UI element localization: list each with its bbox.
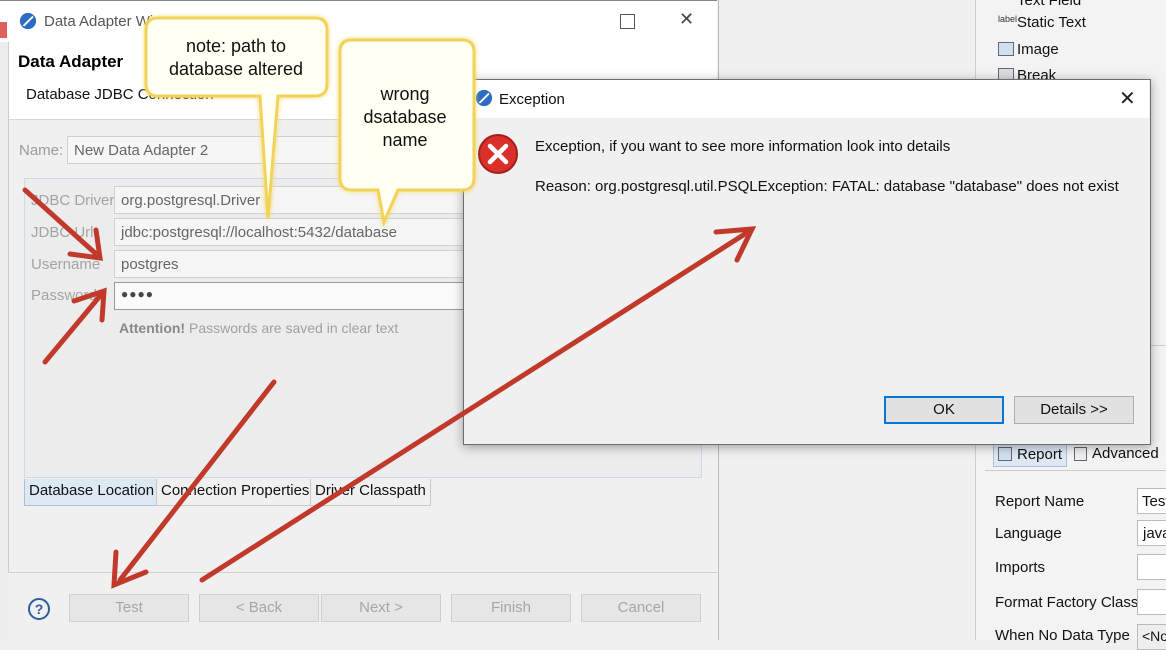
eclipse-logo-icon xyxy=(475,89,493,107)
image-icon xyxy=(998,42,1014,56)
name-label: Name: xyxy=(19,142,64,159)
report-name-value: Test xyxy=(1142,493,1166,510)
error-icon xyxy=(478,134,518,174)
password-warning: Attention! Passwords are saved in clear … xyxy=(119,320,398,336)
test-button[interactable]: Test xyxy=(69,594,189,622)
username-value: postgres xyxy=(121,256,179,273)
exception-reason: Reason: org.postgresql.util.PSQLExceptio… xyxy=(535,178,1119,195)
jdbc-driver-label: JDBC Driver xyxy=(31,192,115,209)
username-label: Username xyxy=(31,256,101,273)
wizard-close-button[interactable]: ✕ xyxy=(679,9,694,30)
password-field[interactable] xyxy=(114,282,476,310)
password-value: ●●●● xyxy=(121,287,154,301)
report-name-label: Report Name xyxy=(995,493,1085,510)
language-label: Language xyxy=(995,525,1062,542)
format-factory-class-label: Format Factory Class xyxy=(995,594,1139,611)
palette-item-static-text[interactable]: Static Text xyxy=(1017,14,1086,31)
tab-database-location[interactable]: Database Location xyxy=(24,479,160,506)
tab-connection-properties[interactable]: Connection Properties xyxy=(156,479,315,506)
exception-titlebar[interactable] xyxy=(464,80,1149,118)
format-factory-class-field[interactable] xyxy=(1137,589,1166,615)
language-value: java xyxy=(1143,525,1166,542)
wizard-page-subtitle: Database JDBC Connection xyxy=(26,86,214,103)
callout-note-path-altered: note: path to database altered xyxy=(168,36,304,79)
imports-label: Imports xyxy=(995,559,1046,576)
tab-driver-classpath[interactable]: Driver Classpath xyxy=(310,479,431,506)
tabs-underline xyxy=(985,470,1166,471)
exception-message: Exception, if you want to see more infor… xyxy=(535,138,951,155)
cancel-button[interactable]: Cancel xyxy=(581,594,701,622)
palette-item-image[interactable]: Image xyxy=(1017,41,1059,58)
palette-item-text-field[interactable]: Text Field xyxy=(1017,0,1081,9)
exception-dialog xyxy=(463,79,1151,445)
when-no-data-type-value: <No xyxy=(1142,628,1166,644)
finish-button[interactable]: Finish xyxy=(451,594,571,622)
wizard-page-title: Data Adapter xyxy=(18,52,124,71)
imports-field[interactable] xyxy=(1137,554,1166,580)
wizard-window-title: Data Adapter Wi xyxy=(44,13,154,30)
exception-close-button[interactable]: ✕ xyxy=(1119,86,1136,111)
advanced-icon xyxy=(1074,447,1087,461)
next-button[interactable]: Next > xyxy=(321,594,441,622)
ok-button[interactable]: OK xyxy=(884,396,1004,424)
tab-advanced[interactable]: Advanced xyxy=(1092,445,1159,462)
background-window-edge xyxy=(0,22,7,38)
details-button[interactable]: Details >> xyxy=(1014,396,1134,424)
back-button[interactable]: < Back xyxy=(199,594,319,622)
report-icon xyxy=(998,447,1012,461)
jdbc-url-label: JDBC Url xyxy=(31,224,94,241)
eclipse-logo-icon xyxy=(19,12,37,30)
jdbc-url-value: jdbc:postgresql://localhost:5432/databas… xyxy=(121,224,398,241)
jdbc-driver-value: org.postgresql.Driver xyxy=(121,192,261,209)
callout-wrong-database-name: wrong dsatabase name xyxy=(363,84,447,150)
name-value: New Data Adapter 2 xyxy=(74,142,209,159)
password-label: Password xyxy=(31,287,97,304)
attention-text: Passwords are saved in clear text xyxy=(188,320,399,336)
help-icon[interactable]: ? xyxy=(28,598,50,620)
when-no-data-type-label: When No Data Type xyxy=(995,627,1130,644)
maximize-button[interactable] xyxy=(620,14,635,29)
exception-title: Exception xyxy=(499,91,565,108)
wizard-left-border xyxy=(0,42,9,640)
attention-label: Attention! xyxy=(119,320,186,336)
static-text-icon: label xyxy=(998,14,1018,24)
tab-report-label: Report xyxy=(1017,446,1063,463)
